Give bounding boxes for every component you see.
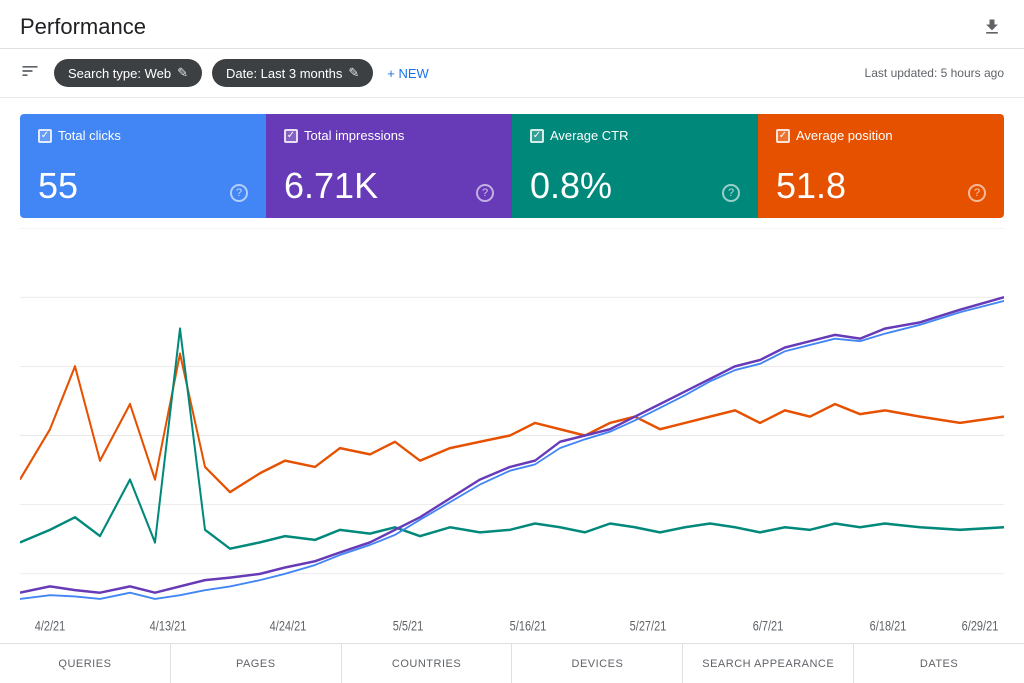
- position-help[interactable]: ?: [968, 184, 986, 202]
- metric-card-position[interactable]: Average position 51.8 ?: [758, 114, 1004, 218]
- download-icon[interactable]: [980, 15, 1004, 39]
- impressions-checkbox[interactable]: [284, 129, 298, 143]
- ctr-value-row: 0.8% ?: [530, 168, 740, 204]
- clicks-help[interactable]: ?: [230, 184, 248, 202]
- metric-label-row-impressions: Total impressions: [284, 128, 494, 143]
- tab-search-appearance[interactable]: SEARCH APPEARANCE: [683, 644, 854, 683]
- svg-text:6/18/21: 6/18/21: [870, 618, 907, 633]
- metric-label-row-ctr: Average CTR: [530, 128, 740, 143]
- position-value: 51.8: [776, 168, 846, 204]
- svg-text:4/2/21: 4/2/21: [35, 618, 66, 633]
- search-type-chip[interactable]: Search type: Web ✎: [54, 59, 202, 87]
- svg-text:6/29/21: 6/29/21: [962, 618, 999, 633]
- metric-cards: Total clicks 55 ? Total impressions 6.71…: [0, 98, 1024, 218]
- metric-label-row-clicks: Total clicks: [38, 128, 248, 143]
- performance-chart: 4/2/21 4/13/21 4/24/21 5/5/21 5/16/21 5/…: [20, 228, 1004, 643]
- ctr-label: Average CTR: [550, 128, 629, 143]
- svg-text:4/13/21: 4/13/21: [150, 618, 187, 633]
- clicks-value: 55: [38, 168, 78, 204]
- position-checkbox[interactable]: [776, 129, 790, 143]
- position-value-row: 51.8 ?: [776, 168, 986, 204]
- page-wrapper: Performance Search type: Web ✎ Date: Las…: [0, 0, 1024, 683]
- tab-countries[interactable]: COUNTRIES: [342, 644, 513, 683]
- header: Performance: [0, 0, 1024, 49]
- clicks-checkbox[interactable]: [38, 129, 52, 143]
- tab-devices[interactable]: DEVICES: [512, 644, 683, 683]
- tab-queries[interactable]: QUERIES: [0, 644, 171, 683]
- impressions-value: 6.71K: [284, 168, 378, 204]
- svg-text:6/7/21: 6/7/21: [753, 618, 784, 633]
- impressions-value-row: 6.71K ?: [284, 168, 494, 204]
- clicks-value-row: 55 ?: [38, 168, 248, 204]
- new-button[interactable]: + NEW: [387, 66, 429, 81]
- filter-icon[interactable]: [20, 61, 40, 86]
- edit-icon: ✎: [177, 65, 188, 81]
- metric-card-clicks[interactable]: Total clicks 55 ?: [20, 114, 266, 218]
- svg-text:5/27/21: 5/27/21: [630, 618, 667, 633]
- ctr-value: 0.8%: [530, 168, 612, 204]
- ctr-checkbox[interactable]: [530, 129, 544, 143]
- svg-text:5/5/21: 5/5/21: [393, 618, 424, 633]
- page-title: Performance: [20, 14, 146, 40]
- tab-dates[interactable]: DATES: [854, 644, 1024, 683]
- svg-text:4/24/21: 4/24/21: [270, 618, 307, 633]
- svg-text:5/16/21: 5/16/21: [510, 618, 547, 633]
- last-updated: Last updated: 5 hours ago: [865, 66, 1004, 80]
- clicks-label: Total clicks: [58, 128, 121, 143]
- chart-area: 4/2/21 4/13/21 4/24/21 5/5/21 5/16/21 5/…: [0, 218, 1024, 643]
- bottom-tabs: QUERIES PAGES COUNTRIES DEVICES SEARCH A…: [0, 643, 1024, 683]
- edit-icon-date: ✎: [348, 65, 359, 81]
- header-right: [980, 15, 1004, 39]
- metric-card-ctr[interactable]: Average CTR 0.8% ?: [512, 114, 758, 218]
- tab-pages[interactable]: PAGES: [171, 644, 342, 683]
- ctr-help[interactable]: ?: [722, 184, 740, 202]
- position-label: Average position: [796, 128, 893, 143]
- impressions-help[interactable]: ?: [476, 184, 494, 202]
- impressions-label: Total impressions: [304, 128, 404, 143]
- metric-label-row-position: Average position: [776, 128, 986, 143]
- toolbar: Search type: Web ✎ Date: Last 3 months ✎…: [0, 49, 1024, 98]
- metric-card-impressions[interactable]: Total impressions 6.71K ?: [266, 114, 512, 218]
- date-chip[interactable]: Date: Last 3 months ✎: [212, 59, 373, 87]
